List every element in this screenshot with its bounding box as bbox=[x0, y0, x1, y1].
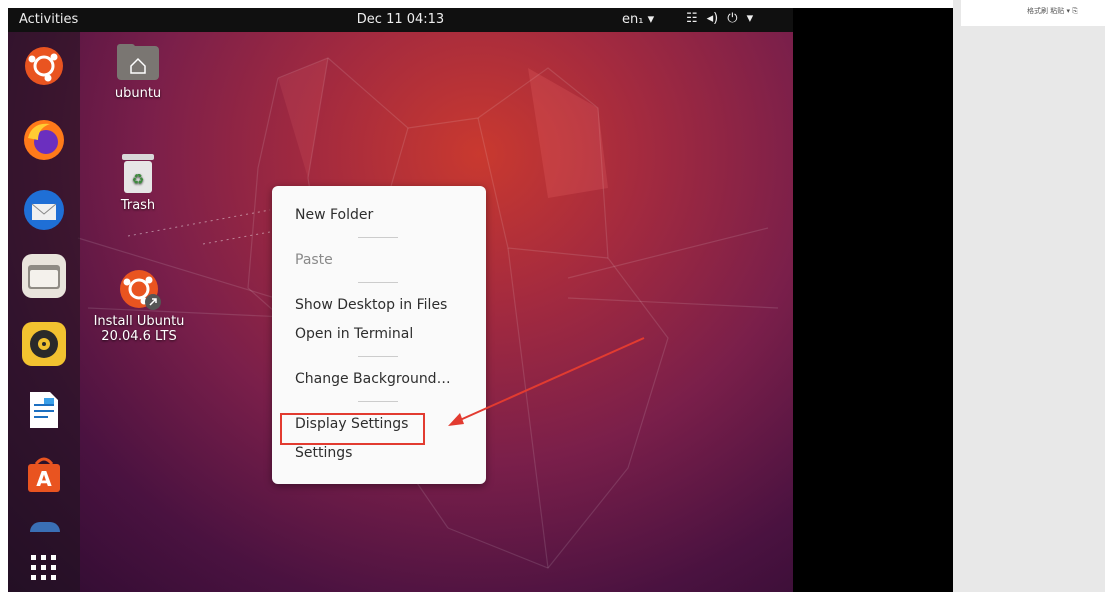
files-icon[interactable] bbox=[22, 254, 66, 298]
menu-separator bbox=[358, 356, 398, 357]
menu-separator bbox=[358, 282, 398, 283]
ubuntu-installer-icon bbox=[116, 264, 162, 310]
desktop-icon-label-line2: 20.04.6 LTS bbox=[101, 329, 177, 344]
menu-item-show-desktop-in-files[interactable]: Show Desktop in Files bbox=[295, 297, 447, 313]
menu-item-new-folder[interactable]: New Folder bbox=[295, 207, 373, 223]
menu-separator bbox=[358, 401, 398, 402]
svg-text:♻: ♻ bbox=[132, 172, 145, 188]
home-folder-icon bbox=[115, 42, 161, 82]
ubuntu-software-icon[interactable]: A bbox=[22, 452, 66, 496]
ubuntu-vm-screen: Activities Dec 11 04:13 en₁ ▾ ☷ ◂) ⏻ ▾ A… bbox=[8, 8, 793, 592]
desktop-icon-label: Trash bbox=[120, 198, 156, 213]
desktop-icon-home[interactable]: ubuntu bbox=[83, 42, 193, 101]
system-tray[interactable]: ☷ ◂) ⏻ ▾ bbox=[686, 11, 753, 26]
ubuntu-installer-dock-icon[interactable] bbox=[22, 44, 66, 88]
desktop-icon-install-ubuntu[interactable]: Install Ubuntu 20.04.6 LTS bbox=[84, 264, 194, 344]
language-indicator[interactable]: en₁ ▾ bbox=[622, 12, 654, 27]
firefox-icon[interactable] bbox=[22, 118, 66, 162]
host-app-panel: 格式刷 粘贴 ▾ ⎘ bbox=[953, 0, 1105, 592]
gnome-top-bar: Activities Dec 11 04:13 en₁ ▾ ☷ ◂) ⏻ ▾ bbox=[8, 8, 793, 32]
dock: A bbox=[8, 32, 80, 592]
rhythmbox-icon[interactable] bbox=[22, 322, 66, 366]
desktop-icon-trash[interactable]: ♻ Trash bbox=[83, 152, 193, 213]
menu-item-settings[interactable]: Settings bbox=[295, 445, 352, 461]
host-toolbar-text[interactable]: 格式刷 粘贴 ▾ ⎘ bbox=[1027, 6, 1078, 16]
desktop-icon-label: ubuntu bbox=[114, 86, 162, 101]
clock[interactable]: Dec 11 04:13 bbox=[8, 12, 793, 27]
black-margin bbox=[793, 8, 953, 592]
volume-icon[interactable]: ◂) bbox=[707, 11, 719, 26]
show-applications-grid-icon[interactable] bbox=[22, 546, 66, 590]
libreoffice-writer-icon[interactable] bbox=[22, 388, 66, 432]
host-toolbar: 格式刷 粘贴 ▾ ⎘ bbox=[961, 0, 1105, 26]
menu-item-change-background[interactable]: Change Background… bbox=[295, 371, 451, 387]
highlight-box-display-settings bbox=[280, 413, 425, 445]
dock-partial-icon[interactable] bbox=[30, 522, 60, 532]
thunderbird-icon[interactable] bbox=[22, 188, 66, 232]
trash-icon: ♻ bbox=[120, 152, 156, 194]
menu-separator bbox=[358, 237, 398, 238]
menu-item-paste: Paste bbox=[295, 252, 333, 268]
svg-text:A: A bbox=[36, 467, 52, 491]
network-icon[interactable]: ☷ bbox=[686, 11, 698, 26]
power-icon[interactable]: ⏻ bbox=[727, 11, 737, 26]
desktop-icon-label-line1: Install Ubuntu bbox=[93, 314, 185, 329]
menu-item-open-in-terminal[interactable]: Open in Terminal bbox=[295, 326, 413, 342]
system-menu-chevron-icon[interactable]: ▾ bbox=[747, 11, 754, 26]
